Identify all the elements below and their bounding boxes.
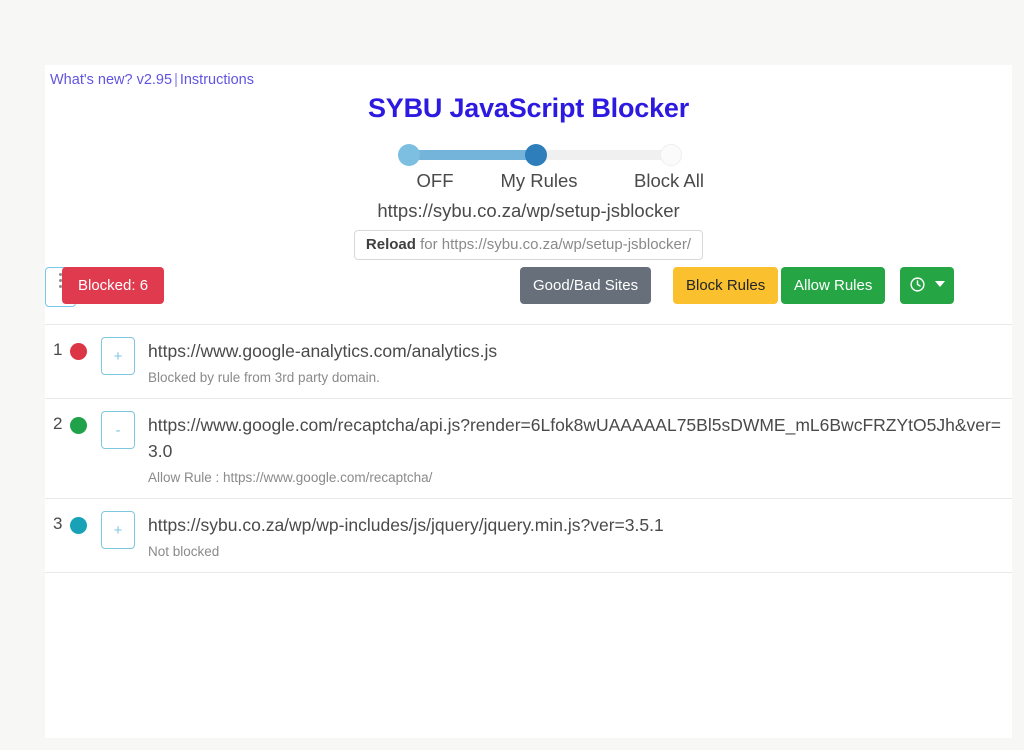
clock-icon	[909, 277, 930, 294]
link-separator: |	[174, 72, 178, 88]
main-panel: What's new? v2.95 | Instructions SYBU Java…	[45, 65, 1012, 738]
add-rule-button[interactable]: +	[101, 337, 135, 375]
reload-label: Reload	[365, 236, 416, 253]
script-note: Blocked by rule from 3rd party domain.	[148, 370, 380, 386]
block-rules-button[interactable]: Block Rules	[673, 267, 779, 304]
add-rule-button[interactable]: +	[101, 510, 135, 549]
row-index: 2	[53, 413, 63, 433]
status-dot-cyan	[70, 516, 87, 534]
blocked-count-badge[interactable]: Blocked: 6	[62, 267, 165, 304]
slider-knob-my-rules[interactable]	[525, 144, 547, 166]
script-url[interactable]: https://www.google-analytics.com/analyti…	[148, 338, 497, 364]
slider-knob-off[interactable]	[398, 144, 420, 166]
reload-button[interactable]: Reload for https://sybu.co.za/wp/setup-j…	[353, 230, 704, 260]
header-links: What's new? v2.95 | Instructions	[50, 72, 254, 88]
mode-slider[interactable]	[45, 138, 1012, 172]
toolbar: Blocked: 6 Good/Bad Sites Block Rules Al…	[45, 267, 1012, 324]
status-badge	[70, 511, 92, 534]
chevron-down-icon	[935, 281, 946, 287]
mode-label-block-all[interactable]: Block All	[579, 170, 759, 192]
reload-suffix: for https://sybu.co.za/wp/setup-jsblocke…	[420, 236, 692, 253]
page-title: SYBU JavaScript Blocker	[367, 93, 690, 123]
script-note: Allow Rule : https://www.google.com/reca…	[148, 470, 433, 486]
script-url[interactable]: https://sybu.co.za/wp/wp-includes/js/jqu…	[148, 512, 664, 538]
script-url[interactable]: https://www.google.com/recaptcha/api.js?…	[148, 412, 1004, 465]
script-note: Not blocked	[148, 544, 220, 560]
table-row[interactable]: 2 - https://www.google.com/recaptcha/api…	[45, 399, 1012, 499]
script-list: 1 + https://www.google-analytics.com/ana…	[45, 324, 1012, 573]
slider-control[interactable]	[398, 144, 682, 166]
timer-dropdown-button[interactable]	[900, 267, 954, 304]
good-bad-sites-button[interactable]: Good/Bad Sites	[520, 267, 652, 304]
status-dot-red	[70, 343, 87, 360]
allow-rules-button[interactable]: Allow Rules	[781, 267, 886, 304]
table-row[interactable]: 1 + https://www.google-analytics.com/ana…	[45, 325, 1012, 399]
whats-new-link[interactable]: What's new? v2.95	[50, 72, 172, 88]
extension-popup: What's new? v2.95 | Instructions SYBU Java…	[0, 0, 1024, 750]
status-dot-green	[70, 416, 87, 434]
slider-knob-block-all[interactable]	[660, 144, 682, 166]
current-page-url: https://sybu.co.za/wp/setup-jsblocker	[377, 200, 680, 221]
remove-rule-button[interactable]: -	[101, 410, 135, 449]
instructions-link[interactable]: Instructions	[180, 72, 254, 88]
table-row[interactable]: 3 + https://sybu.co.za/wp/wp-includes/js…	[45, 499, 1012, 573]
slider-track-fill	[408, 150, 536, 160]
status-badge	[70, 337, 92, 360]
mode-slider-labels: OFF My Rules Block All	[45, 170, 1012, 194]
row-index: 1	[53, 340, 63, 359]
row-index: 3	[53, 513, 63, 533]
status-badge	[70, 411, 92, 434]
reload-row: Reload for https://sybu.co.za/wp/setup-j…	[45, 230, 1012, 260]
